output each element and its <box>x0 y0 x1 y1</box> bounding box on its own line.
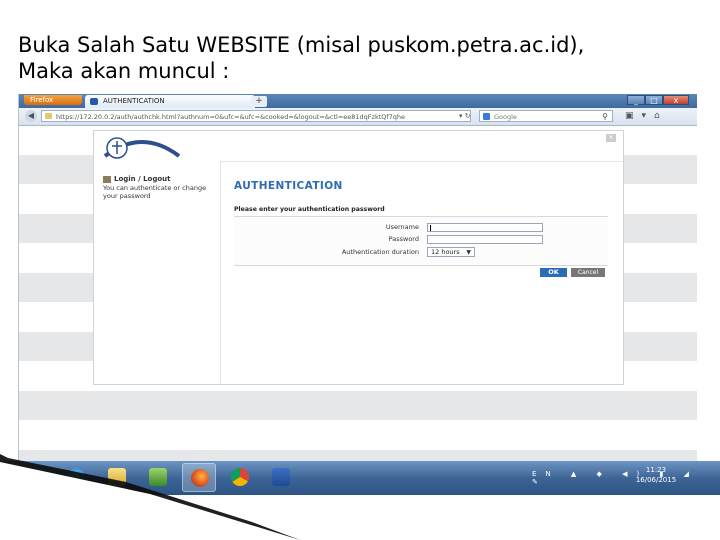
url-text: https://172.20.0.2/auth/authchk.html?aut… <box>56 113 406 121</box>
lock-icon <box>45 113 52 119</box>
sidebar-login-heading[interactable]: Login / Logout <box>103 175 171 183</box>
tab-favicon-icon <box>90 98 98 105</box>
system-tray[interactable]: EN ▲ ◆ ◀) ▮ ◢ ✎ <box>532 470 720 486</box>
url-bar[interactable]: https://172.20.0.2/auth/authchk.html?aut… <box>41 110 471 122</box>
toolbar-icons[interactable]: ▣▾⌂ <box>625 111 668 122</box>
auth-instruction: Please enter your authentication passwor… <box>234 206 385 213</box>
new-tab-button[interactable]: + <box>251 96 267 107</box>
taskbar-clock[interactable]: 11:23 16/06/2015 <box>628 465 684 485</box>
close-icon[interactable]: ✕ <box>606 134 616 142</box>
sidebar: Login / Logout You can authenticate or c… <box>94 161 221 384</box>
slide-title-line1: Buka Salah Satu WEBSITE (misal puskom.pe… <box>18 33 585 57</box>
firefox-menu-button[interactable]: Firefox <box>24 95 82 105</box>
auth-form: Username Password Authentication duratio… <box>234 216 608 266</box>
page-header: ✕ <box>94 131 623 162</box>
close-window-button[interactable]: x <box>663 95 689 105</box>
university-logo <box>103 137 181 159</box>
navigation-bar: ◀ https://172.20.0.2/auth/authchk.html?a… <box>19 108 697 126</box>
username-label: Username <box>385 223 419 231</box>
slide-title: Buka Salah Satu WEBSITE (misal puskom.pe… <box>18 32 584 84</box>
sidebar-description: You can authenticate or change your pass… <box>103 184 207 200</box>
language-indicator[interactable]: EN <box>532 470 560 478</box>
search-engine-icon <box>483 113 490 120</box>
tab-authentication[interactable]: AUTHENTICATION <box>85 95 255 108</box>
window-controls: _ □ x <box>627 95 689 105</box>
browser-titlebar: Firefox AUTHENTICATION + _ □ x <box>19 94 697 108</box>
cancel-button[interactable]: Cancel <box>571 268 605 277</box>
decorative-slide-shape <box>0 454 300 540</box>
maximize-button[interactable]: □ <box>645 95 663 105</box>
tab-title: AUTHENTICATION <box>103 97 165 105</box>
page-title: AUTHENTICATION <box>234 180 343 192</box>
duration-label: Authentication duration <box>341 248 419 256</box>
auth-content: AUTHENTICATION Please enter your authent… <box>234 161 614 384</box>
search-icon[interactable]: ⚲ <box>602 111 608 123</box>
password-label: Password <box>388 235 419 243</box>
auth-page: ✕ Login / Logout You can authenticate or… <box>93 130 624 385</box>
search-placeholder: Google <box>494 113 517 121</box>
duration-select[interactable]: 12 hours ▼ <box>427 247 475 257</box>
ok-button[interactable]: OK <box>540 268 567 277</box>
password-field[interactable] <box>427 235 543 244</box>
login-icon <box>103 175 111 183</box>
clock-time: 11:23 <box>645 466 667 474</box>
minimize-button[interactable]: _ <box>627 95 645 105</box>
slide-title-line2: Maka akan muncul : <box>18 59 230 83</box>
reload-icon[interactable]: ▾ ↻ <box>459 110 471 122</box>
back-button[interactable]: ◀ <box>25 110 37 122</box>
username-field[interactable] <box>427 223 543 232</box>
search-input[interactable]: Google ⚲ <box>479 110 613 122</box>
clock-date: 16/06/2015 <box>635 476 677 484</box>
browser-screenshot: Firefox AUTHENTICATION + _ □ x ◀ https:/… <box>18 94 697 487</box>
sidebar-heading-text: Login / Logout <box>114 175 171 183</box>
background-band <box>19 391 697 420</box>
chevron-down-icon: ▼ <box>466 249 471 256</box>
duration-value: 12 hours <box>431 248 460 256</box>
